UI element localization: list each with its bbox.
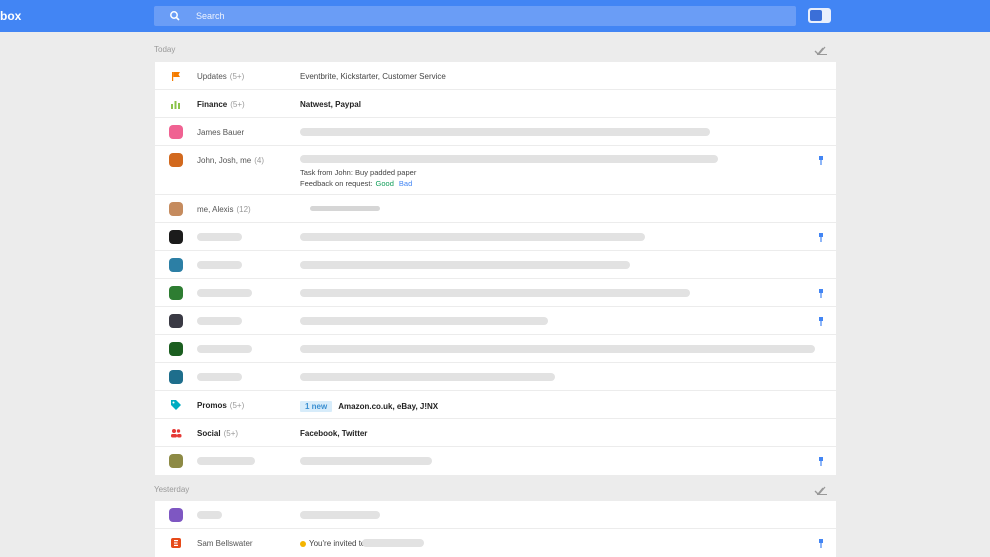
avatar: [169, 370, 183, 384]
finance-chart-icon: [171, 101, 180, 109]
new-badge: 1 new: [300, 401, 333, 412]
list-item[interactable]: John, Josh, me (4) Task from John: Buy pa…: [155, 146, 836, 195]
sender-name: Updates: [197, 72, 227, 81]
blurred-sender: [197, 345, 252, 353]
feedback-label: Feedback on request:: [300, 179, 373, 188]
section-label-today: Today: [154, 45, 176, 54]
subject: You're invited to: [309, 539, 366, 548]
blurred-subject: [310, 206, 380, 211]
thread-count: (4): [254, 156, 265, 165]
sender-name: me, Alexis: [197, 205, 234, 214]
event-icon: [171, 538, 181, 548]
event-dot-icon: [300, 541, 306, 547]
sender-name: Sam Bellswater: [197, 539, 253, 548]
search-icon[interactable]: [168, 9, 182, 23]
list-item[interactable]: [155, 307, 836, 335]
blurred-sender: [197, 233, 242, 241]
avatar: [169, 153, 183, 167]
blurred-sender: [197, 373, 242, 381]
blurred-sender: [197, 317, 242, 325]
blurred-subject: [300, 289, 690, 297]
list-item[interactable]: [155, 363, 836, 391]
thread-count: (5+): [229, 401, 245, 410]
tag-icon: [171, 400, 181, 410]
sender-name: Finance: [197, 100, 228, 109]
blurred-subject: [300, 511, 380, 519]
list-item[interactable]: Sam Bellswater You're invited to: [155, 529, 836, 557]
list-item[interactable]: Updates (5+) Eventbrite, Kickstarter, Cus…: [155, 62, 836, 90]
blurred-subject: [300, 373, 555, 381]
subject: Facebook, Twitter: [300, 429, 368, 438]
subject-line: You're invited to: [300, 539, 365, 548]
flag-icon: [172, 72, 180, 81]
avatar: [169, 454, 183, 468]
list-item[interactable]: Finance (5+) Natwest, Paypal: [155, 90, 836, 118]
sender-name: Social: [197, 429, 221, 438]
blurred-subject: [300, 128, 710, 136]
list-item[interactable]: [155, 447, 836, 475]
yesterday-card: Sam Bellswater You're invited to: [155, 501, 836, 557]
list-item[interactable]: [155, 223, 836, 251]
list-item[interactable]: [155, 279, 836, 307]
list-item[interactable]: James Bauer: [155, 118, 836, 146]
blurred-subject: [300, 155, 718, 163]
pinned-toggle[interactable]: [808, 8, 831, 23]
avatar: [169, 286, 183, 300]
list-item[interactable]: Promos (5+) 1 new Amazon.co.uk, eBay, J!NX: [155, 391, 836, 419]
blurred-subject: [362, 539, 424, 547]
blurred-subject: [300, 457, 432, 465]
list-item[interactable]: me, Alexis (12): [155, 195, 836, 223]
sweep-done-icon[interactable]: [814, 45, 828, 55]
list-item[interactable]: [155, 335, 836, 363]
search-bar[interactable]: [154, 6, 796, 26]
people-icon: [171, 429, 182, 438]
pin-icon[interactable]: [817, 156, 825, 165]
sender-name: James Bauer: [197, 128, 245, 137]
blurred-subject: [300, 233, 645, 241]
feedback-good-link[interactable]: Good: [376, 179, 394, 188]
list-item[interactable]: [155, 251, 836, 279]
avatar: [169, 230, 183, 244]
avatar: [169, 258, 183, 272]
app-title: box: [0, 9, 22, 23]
blurred-sender: [197, 289, 252, 297]
pin-icon: [810, 10, 822, 21]
thread-count: (5+): [223, 429, 239, 438]
blurred-subject: [300, 261, 630, 269]
subject: Natwest, Paypal: [300, 100, 361, 109]
task-text: Task from John: Buy padded paper: [300, 168, 417, 177]
top-app-bar: box: [0, 0, 990, 32]
subject-line: 1 new Amazon.co.uk, eBay, J!NX: [300, 401, 438, 412]
today-card: Updates (5+) Eventbrite, Kickstarter, Cus…: [155, 62, 836, 475]
feedback-line: Feedback on request: Good Bad: [300, 179, 412, 188]
thread-count: (5+): [229, 72, 245, 81]
avatar: [169, 342, 183, 356]
blurred-sender: [197, 457, 255, 465]
feedback-bad-link[interactable]: Bad: [399, 179, 412, 188]
thread-count: (5+): [230, 100, 245, 109]
subject: Eventbrite, Kickstarter, Customer Servic…: [300, 72, 446, 81]
pin-icon[interactable]: [817, 457, 825, 466]
subject: Amazon.co.uk, eBay, J!NX: [338, 402, 439, 411]
avatar: [169, 508, 183, 522]
blurred-sender: [197, 511, 222, 519]
sweep-done-icon[interactable]: [814, 485, 828, 495]
blurred-sender: [197, 261, 242, 269]
avatar: [169, 202, 183, 216]
thread-count: (12): [236, 205, 251, 214]
list-item[interactable]: [155, 501, 836, 529]
blurred-subject: [300, 345, 815, 353]
sender-name: John, Josh, me: [197, 156, 252, 165]
pin-icon[interactable]: [817, 233, 825, 242]
search-input[interactable]: [196, 6, 756, 26]
section-label-yesterday: Yesterday: [154, 485, 190, 494]
sender-name: Promos: [197, 401, 227, 410]
list-item[interactable]: Social (5+) Facebook, Twitter: [155, 419, 836, 447]
pin-icon[interactable]: [817, 289, 825, 298]
avatar: [169, 314, 183, 328]
avatar: [169, 125, 183, 139]
pin-icon[interactable]: [817, 317, 825, 326]
blurred-subject: [300, 317, 548, 325]
pin-icon[interactable]: [817, 539, 825, 548]
